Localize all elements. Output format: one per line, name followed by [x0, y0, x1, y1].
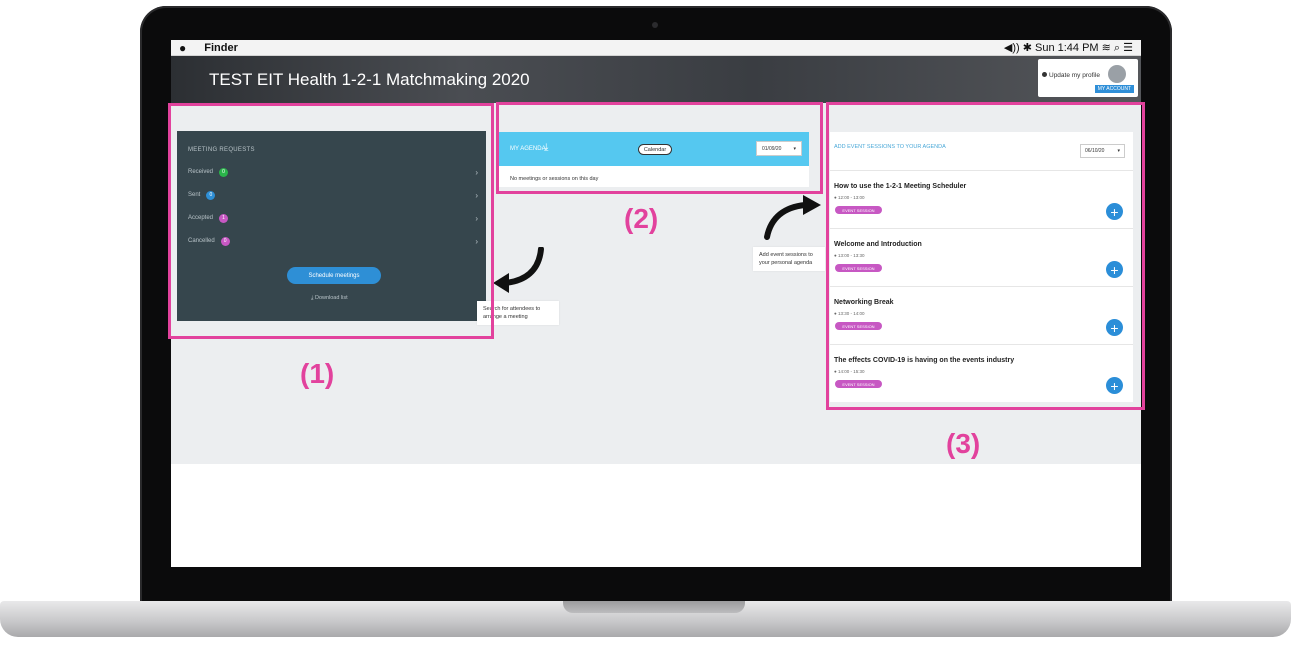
callout-2: (2): [624, 203, 659, 234]
update-profile-link[interactable]: Update my profile: [1042, 72, 1100, 79]
add-sessions-tooltip: Add event sessions to your personal agen…: [753, 247, 825, 271]
callout-1: (1): [300, 358, 335, 389]
apple-icon[interactable]: ●: [179, 41, 186, 55]
callout-3: (3): [946, 428, 981, 459]
page-title: TEST EIT Health 1-2-1 Matchmaking 2020: [209, 70, 530, 89]
highlight-box-3: [826, 102, 1145, 410]
avatar[interactable]: [1108, 65, 1126, 83]
mac-menubar: ● Finder ◀︎)) ✱ Sun 1:44 PM ≋ ⌕ ☰: [171, 40, 1141, 56]
laptop-mockup: ● Finder ◀︎)) ✱ Sun 1:44 PM ≋ ⌕ ☰ TEST E…: [0, 0, 1291, 649]
status-area: ◀︎)) ✱ Sun 1:44 PM ≋ ⌕ ☰: [1003, 41, 1133, 54]
my-account-badge[interactable]: MY ACCOUNT: [1094, 85, 1134, 93]
curved-arrow-icon: [493, 247, 544, 293]
profile-widget[interactable]: Update my profile MY ACCOUNT: [1038, 59, 1138, 97]
camera-dot: [652, 22, 658, 28]
app-name[interactable]: Finder: [204, 42, 238, 54]
app-header: TEST EIT Health 1-2-1 Matchmaking 2020 U…: [171, 56, 1141, 103]
highlight-box-1: [168, 103, 494, 339]
highlight-box-2: [496, 102, 823, 194]
curved-arrow-icon: [764, 195, 821, 240]
laptop-notch: [563, 601, 745, 613]
profile-dot-icon: [1042, 72, 1047, 77]
